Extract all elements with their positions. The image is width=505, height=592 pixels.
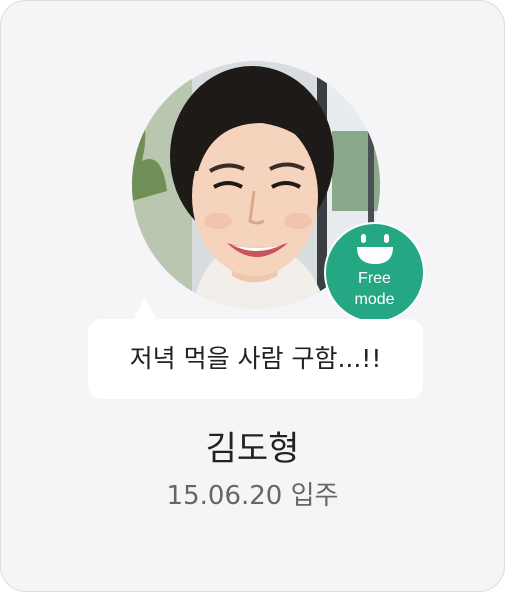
profile-card: Free mode 저녁 먹을 사람 구함...!! 김도형 15.06.20 … <box>0 0 505 592</box>
mode-badge-line2: mode <box>354 291 395 308</box>
smile-face-icon <box>357 234 393 264</box>
status-message: 저녁 먹을 사람 구함...!! <box>129 344 382 373</box>
mode-badge-line1: Free <box>358 270 391 287</box>
speech-bubble-tail <box>133 297 157 321</box>
move-in-date: 15.06.20 입주 <box>166 481 339 511</box>
user-name: 김도형 <box>205 429 300 469</box>
free-mode-badge[interactable]: Free mode <box>324 222 425 323</box>
status-speech-bubble: 저녁 먹을 사람 구함...!! <box>88 319 423 399</box>
avatar-container: Free mode <box>132 61 425 323</box>
